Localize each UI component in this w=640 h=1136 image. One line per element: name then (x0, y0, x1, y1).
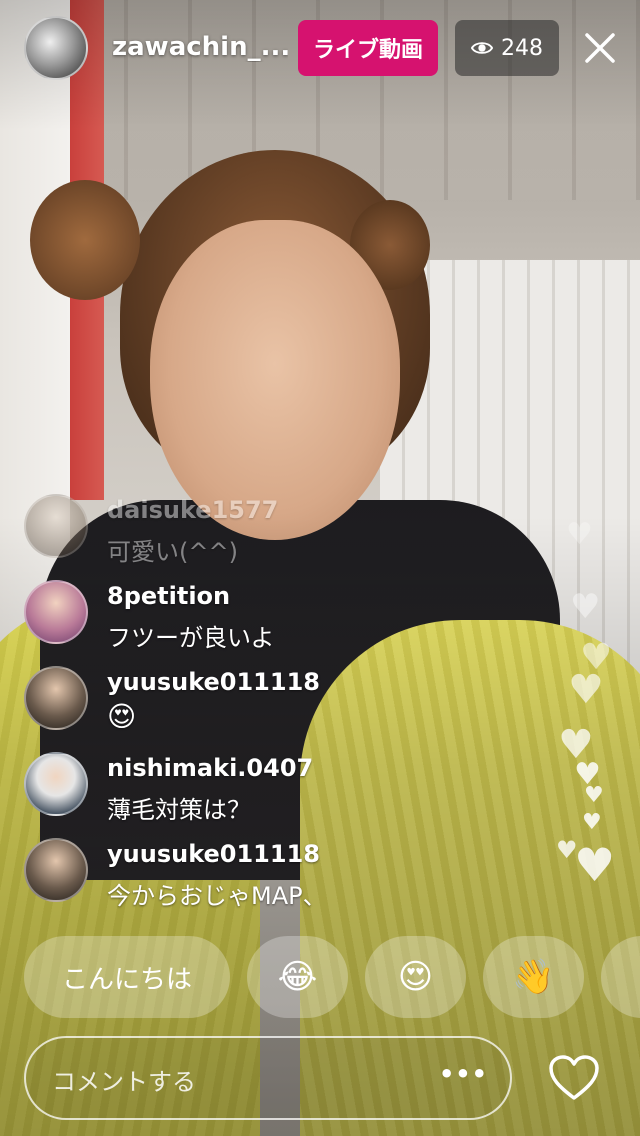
heart-icon: ♥ (574, 838, 616, 892)
reaction-laugh-button[interactable]: 😂 (247, 936, 348, 1018)
hearts-stream: ♥ ♥ ♥ ♥ ♥ ♥ ♥ ♥ ♥ ♥ (540, 520, 630, 890)
reaction-wave-button[interactable]: 👋 (483, 936, 584, 1018)
comment-text: 薄毛対策は？ (107, 796, 251, 824)
host-username[interactable]: zawachin_... (112, 32, 288, 62)
comment-text: フツーが良いよ (107, 624, 275, 652)
viewer-count-button[interactable]: 248 (455, 20, 559, 76)
comment-input[interactable]: コメントする ••• (24, 1036, 512, 1120)
more-options-icon[interactable]: ••• (439, 1060, 488, 1088)
heart-icon: ♥ (570, 587, 601, 627)
reaction-heart-eyes-button[interactable]: 😍 (365, 936, 466, 1018)
close-icon[interactable] (580, 28, 620, 68)
heart-outline-icon[interactable] (548, 1054, 600, 1102)
comment-text: 今からおじゃMAP、 (107, 882, 327, 910)
heart-icon: ♥ (584, 783, 604, 808)
quick-reactions: こんにちは 😂 😍 👋 (0, 936, 640, 1018)
live-badge: ライブ動画 (298, 20, 438, 76)
comment-item[interactable]: 8petition フツーが良いよ (24, 576, 424, 656)
comment-item[interactable]: yuusuke011118 😍 (24, 662, 424, 742)
comment-placeholder: コメントする (52, 1068, 196, 1096)
comment-username[interactable]: nishimaki.0407 (107, 754, 313, 782)
live-header: zawachin_... ライブ動画 248 (0, 0, 640, 100)
eye-icon (471, 42, 493, 54)
host-avatar[interactable] (24, 16, 88, 80)
comment-text: 可愛い(^^) (107, 538, 238, 566)
hair-bun-left (30, 180, 140, 300)
avatar[interactable] (24, 666, 88, 730)
comment-username[interactable]: yuusuke011118 (107, 668, 320, 696)
comment-text: 😍 (107, 700, 137, 733)
heart-icon: ♥ (582, 810, 602, 835)
comment-item[interactable]: nishimaki.0407 薄毛対策は？ (24, 748, 424, 828)
avatar[interactable] (24, 838, 88, 902)
comment-item[interactable]: daisuke1577 可愛い(^^) (24, 490, 424, 570)
avatar[interactable] (24, 494, 88, 558)
avatar[interactable] (24, 752, 88, 816)
reaction-hello-button[interactable]: こんにちは (24, 936, 230, 1018)
comment-username[interactable]: yuusuke011118 (107, 840, 320, 868)
viewer-count: 248 (501, 35, 543, 61)
heart-icon: ♥ (566, 517, 593, 552)
comment-username[interactable]: daisuke1577 (107, 496, 278, 524)
comment-username[interactable]: 8petition (107, 582, 230, 610)
reaction-more-button[interactable] (601, 936, 640, 1018)
heart-icon: ♥ (568, 667, 604, 713)
avatar[interactable] (24, 580, 88, 644)
comment-item[interactable]: yuusuke011118 今からおじゃMAP、 (24, 834, 424, 914)
